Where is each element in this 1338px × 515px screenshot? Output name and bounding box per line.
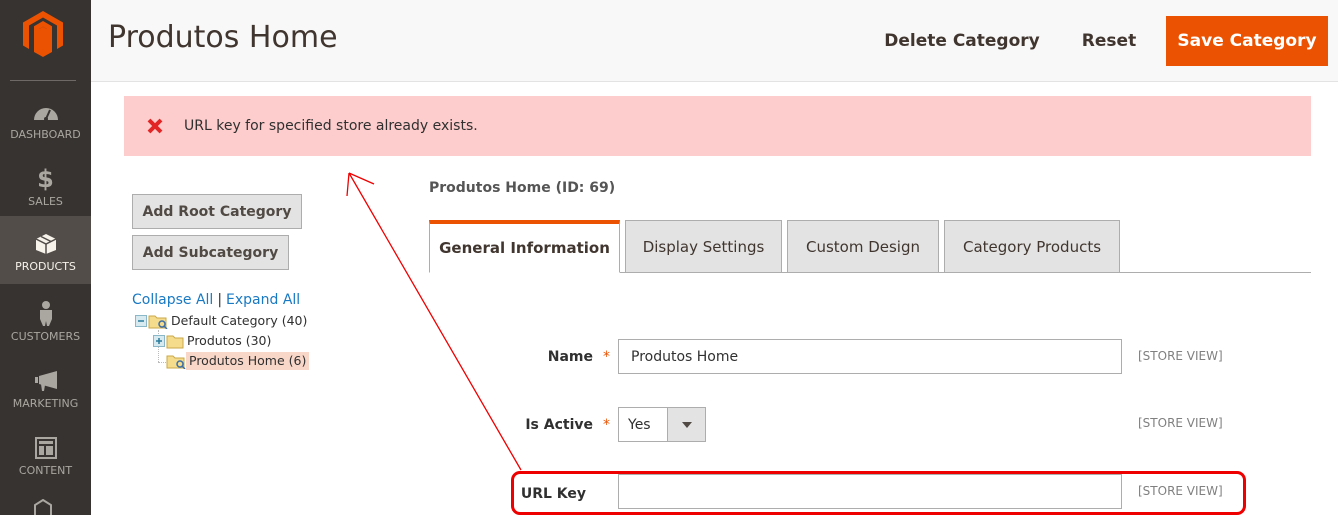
sidebar-item-label: CONTENT <box>18 464 73 477</box>
sidebar-item-sales[interactable]: $ SALES <box>0 155 91 222</box>
tab-category-products[interactable]: Category Products <box>944 220 1120 273</box>
sidebar-item-dashboard[interactable]: DASHBOARD <box>0 88 91 155</box>
sidebar-item-label: SALES <box>28 195 63 208</box>
folder-icon <box>166 355 186 369</box>
sidebar-item-label: PRODUCTS <box>15 260 76 273</box>
magento-logo-icon[interactable] <box>23 11 63 57</box>
tree-node-label: Default Category (40) <box>171 313 308 328</box>
name-input[interactable]: Produtos Home <box>618 339 1122 374</box>
tree-node-produtos-home[interactable]: Produtos Home (6) <box>166 352 310 370</box>
required-marker: * <box>603 349 610 365</box>
folder-icon <box>148 315 168 329</box>
error-message: URL key for specified store already exis… <box>124 96 1311 156</box>
delete-category-button[interactable]: Delete Category <box>882 16 1042 66</box>
expand-toggle-icon[interactable] <box>153 335 165 347</box>
add-subcategory-button[interactable]: Add Subcategory <box>132 235 289 270</box>
arrow-shaft <box>348 172 522 471</box>
tab-general-information[interactable]: General Information <box>429 220 620 273</box>
person-icon <box>31 300 61 328</box>
tree-connector <box>158 362 166 363</box>
collapse-all-link[interactable]: Collapse All <box>132 292 213 308</box>
collapse-toggle-icon[interactable] <box>135 315 147 327</box>
is-active-label: Is Active * <box>500 417 610 433</box>
tab-display-settings[interactable]: Display Settings <box>625 220 782 273</box>
tree-node-label: Produtos Home (6) <box>186 352 310 370</box>
category-title: Produtos Home (ID: 69) <box>429 180 616 196</box>
hexagon-icon[interactable] <box>33 498 53 515</box>
tree-link-separator: | <box>217 292 223 308</box>
megaphone-icon <box>31 367 61 395</box>
folder-icon <box>166 335 184 349</box>
is-active-select[interactable]: Yes <box>618 407 706 442</box>
layout-icon <box>31 434 61 462</box>
url-key-highlight <box>511 471 1246 515</box>
tree-controls: Collapse All | Expand All <box>132 292 300 308</box>
name-label-text: Name <box>547 349 593 365</box>
sidebar: DASHBOARD $ SALES PRODUCTS CUSTOMERS MAR… <box>0 0 91 515</box>
sidebar-item-label: MARKETING <box>12 397 79 410</box>
required-marker: * <box>603 417 610 433</box>
tree-node-produtos[interactable]: Produtos (30) <box>153 332 274 350</box>
sidebar-item-label: CUSTOMERS <box>10 330 81 343</box>
error-message-text: URL key for specified store already exis… <box>184 118 478 134</box>
name-label: Name * <box>500 349 610 365</box>
page-title: Produtos Home <box>108 20 338 55</box>
add-root-category-button[interactable]: Add Root Category <box>132 194 302 229</box>
dashboard-icon <box>31 98 61 126</box>
expand-all-link[interactable]: Expand All <box>226 292 300 308</box>
is-active-value: Yes <box>628 416 651 433</box>
sidebar-item-products[interactable]: PRODUCTS <box>0 216 91 284</box>
page-header: Produtos Home Delete Category Reset Save… <box>91 0 1338 82</box>
sidebar-item-content[interactable]: CONTENT <box>0 424 91 491</box>
sidebar-item-label: DASHBOARD <box>10 128 81 141</box>
is-active-label-text: Is Active <box>525 417 593 433</box>
is-active-scope: [STORE VIEW] <box>1138 416 1223 430</box>
tab-custom-design[interactable]: Custom Design <box>787 220 939 273</box>
error-x-icon <box>147 118 163 134</box>
box-icon <box>31 230 61 258</box>
tree-node-label: Produtos (30) <box>187 333 272 348</box>
dollar-icon: $ <box>37 165 54 193</box>
name-scope: [STORE VIEW] <box>1138 349 1223 363</box>
chevron-down-icon[interactable] <box>667 408 705 441</box>
arrow-head-line <box>348 172 375 185</box>
arrow-head-line <box>346 172 350 197</box>
reset-button[interactable]: Reset <box>1074 16 1144 66</box>
sidebar-item-customers[interactable]: CUSTOMERS <box>0 290 91 357</box>
tree-node-default-category[interactable]: Default Category (40) <box>135 312 310 330</box>
logo-divider <box>10 80 76 81</box>
sidebar-item-marketing[interactable]: MARKETING <box>0 357 91 424</box>
save-category-button[interactable]: Save Category <box>1166 16 1328 66</box>
